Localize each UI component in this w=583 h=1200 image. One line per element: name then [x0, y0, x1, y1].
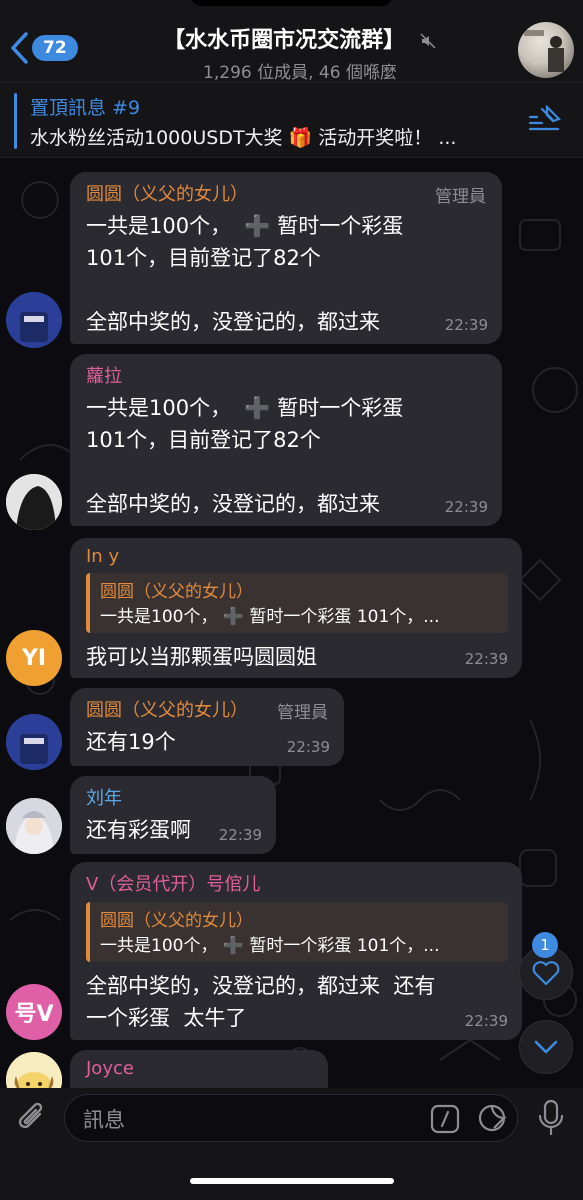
- message-bubble[interactable]: 圆圆（义父的女儿） 管理員 一共是100个， ➕ 暂时一个彩蛋 101个，目前登…: [70, 172, 502, 344]
- message-time: 22:39: [444, 498, 488, 516]
- message-time: 22:39: [464, 650, 508, 668]
- avatar-initials: YI: [21, 645, 47, 671]
- user-avatar[interactable]: [6, 714, 62, 770]
- message-time: 22:39: [286, 738, 330, 756]
- member-count: 1,296 位成員, 46 個喺麼: [203, 63, 397, 83]
- pinned-indicator: [14, 93, 17, 149]
- heart-icon: [532, 961, 560, 986]
- admin-role-label: 管理員: [277, 703, 328, 723]
- reaction-count-badge: 1: [532, 932, 558, 958]
- reply-sender: 圆圆（义父的女儿）: [100, 582, 253, 602]
- pinned-message-bar[interactable]: 置頂訊息 #9 水水粉丝活动1000USDT大奖 🎁 活动开奖啦！ ...: [0, 82, 583, 158]
- pinned-text: 水水粉丝活动1000USDT大奖 🎁 活动开奖啦！ ...: [30, 127, 457, 149]
- sender-name: 刘年: [86, 788, 122, 809]
- chat-screen: 72 【水水币圈市况交流群】 1,296 位成員, 46 個喺麼 置頂訊息 #9…: [0, 0, 583, 1200]
- user-avatar[interactable]: [6, 292, 62, 348]
- user-avatar[interactable]: [6, 474, 62, 530]
- reply-preview[interactable]: 圆圆（义父的女儿） 一共是100个， ➕ 暂时一个彩蛋 101个，...: [86, 902, 508, 962]
- home-indicator: [190, 1178, 394, 1184]
- message-text: 我可以当那颗蛋吗圆圆姐: [86, 645, 317, 669]
- message-text: 全部中奖的，没登记的，都过来 还有 一个彩蛋 太牛了: [86, 974, 436, 1030]
- admin-role-label: 管理員: [435, 187, 486, 207]
- user-avatar[interactable]: 号V: [6, 984, 62, 1040]
- message-time: 22:39: [218, 826, 262, 844]
- microphone-icon[interactable]: [536, 1098, 566, 1138]
- avatar-image: [6, 474, 62, 530]
- back-button[interactable]: 72: [8, 30, 78, 66]
- reply-text: 一共是100个， ➕ 暂时一个彩蛋 101个，...: [100, 607, 440, 627]
- pin-list-icon[interactable]: [528, 105, 562, 135]
- chat-title-area[interactable]: 【水水币圈市况交流群】 1,296 位成員, 46 個喺麼: [130, 22, 470, 83]
- chevron-left-icon: [11, 32, 28, 64]
- avatar-image: [6, 714, 62, 770]
- sender-name: 蘿拉: [86, 366, 122, 387]
- sender-name: V（会员代开）号倌儿: [86, 874, 261, 895]
- message-input-placeholder: 訊息: [83, 1108, 125, 1132]
- muted-icon: [420, 33, 436, 49]
- reply-text: 一共是100个， ➕ 暂时一个彩蛋 101个，...: [100, 936, 440, 956]
- reply-preview[interactable]: 圆圆（义父的女儿） 一共是100个， ➕ 暂时一个彩蛋 101个，...: [86, 573, 508, 633]
- sender-name: 圆圆（义父的女儿）: [86, 184, 248, 205]
- attachment-icon[interactable]: [16, 1100, 48, 1136]
- message-bubble[interactable]: In y 圆圆（义父的女儿） 一共是100个， ➕ 暂时一个彩蛋 101个，..…: [70, 538, 522, 678]
- avatar-image: [6, 798, 62, 854]
- message-bubble[interactable]: 刘年 还有彩蛋啊 22:39: [70, 776, 276, 854]
- user-avatar[interactable]: [6, 798, 62, 854]
- avatar-image: [6, 292, 62, 348]
- chevron-down-icon: [534, 1040, 558, 1054]
- avatar-initials: 号V: [14, 1002, 54, 1027]
- chat-header: 72 【水水币圈市况交流群】 1,296 位成員, 46 個喺麼: [0, 0, 583, 83]
- unread-count-badge: 72: [32, 35, 78, 61]
- message-list[interactable]: 圆圆（义父的女儿） 管理員 一共是100个， ➕ 暂时一个彩蛋 101个，目前登…: [0, 158, 583, 1110]
- device-notch: [190, 0, 393, 6]
- sender-name: Joyce: [86, 1058, 134, 1079]
- group-photo-icon: [524, 30, 564, 72]
- message-time: 22:39: [464, 1012, 508, 1030]
- scroll-down-button[interactable]: [519, 1020, 573, 1074]
- message-text: 一共是100个， ➕ 暂时一个彩蛋 101个，目前登记了82个 全部中奖的，没登…: [86, 396, 404, 516]
- command-icon[interactable]: [430, 1104, 460, 1134]
- message-time: 22:39: [444, 316, 488, 334]
- reply-sender: 圆圆（义父的女儿）: [100, 911, 253, 931]
- message-bubble[interactable]: 圆圆（义父的女儿） 管理員 还有19个 22:39: [70, 688, 344, 766]
- sender-name: In y: [86, 546, 120, 567]
- user-avatar[interactable]: YI: [6, 630, 62, 686]
- message-bubble[interactable]: 蘿拉 一共是100个， ➕ 暂时一个彩蛋 101个，目前登记了82个 全部中奖的…: [70, 354, 502, 526]
- message-text: 一共是100个， ➕ 暂时一个彩蛋 101个，目前登记了82个 全部中奖的，没登…: [86, 214, 404, 334]
- chat-title: 【水水币圈市况交流群】: [163, 28, 406, 53]
- group-avatar[interactable]: [518, 22, 574, 78]
- sticker-icon[interactable]: [476, 1102, 508, 1134]
- pinned-label: 置頂訊息 #9: [30, 97, 141, 119]
- message-bubble[interactable]: V（会员代开）号倌儿 圆圆（义父的女儿） 一共是100个， ➕ 暂时一个彩蛋 1…: [70, 862, 522, 1040]
